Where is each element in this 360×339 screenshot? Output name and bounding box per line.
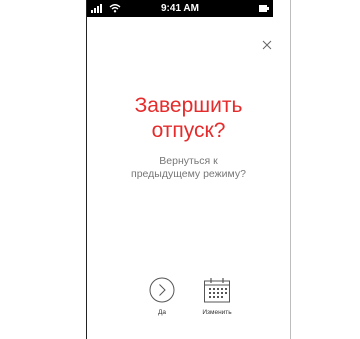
frame-border-right <box>290 0 291 339</box>
chevron-right-circle-icon <box>149 277 175 303</box>
status-time: 9:41 AM <box>161 3 199 14</box>
yes-button[interactable]: Да <box>132 277 192 317</box>
battery-icon <box>259 5 269 12</box>
dialog-title-line2: отпуск? <box>151 119 226 142</box>
dialog-title: Завершить отпуск? <box>87 93 290 143</box>
status-bar: 9:41 AM <box>87 0 273 17</box>
change-label: Изменить <box>202 309 232 316</box>
dialog-subtitle-line1: Вернуться к <box>159 155 218 167</box>
yes-label: Да <box>157 309 167 316</box>
change-button[interactable]: Изменить <box>187 277 247 317</box>
close-icon[interactable] <box>260 38 274 52</box>
dialog-subtitle: Вернуться к предыдущему режиму? <box>87 155 290 181</box>
dialog-title-line1: Завершить <box>134 94 243 117</box>
dialog-subtitle-line2: предыдущему режиму? <box>131 168 246 180</box>
calendar-icon <box>204 278 230 303</box>
app-screen: 9:41 AM Завершить отпуск? Вернуться к пр… <box>0 0 360 339</box>
